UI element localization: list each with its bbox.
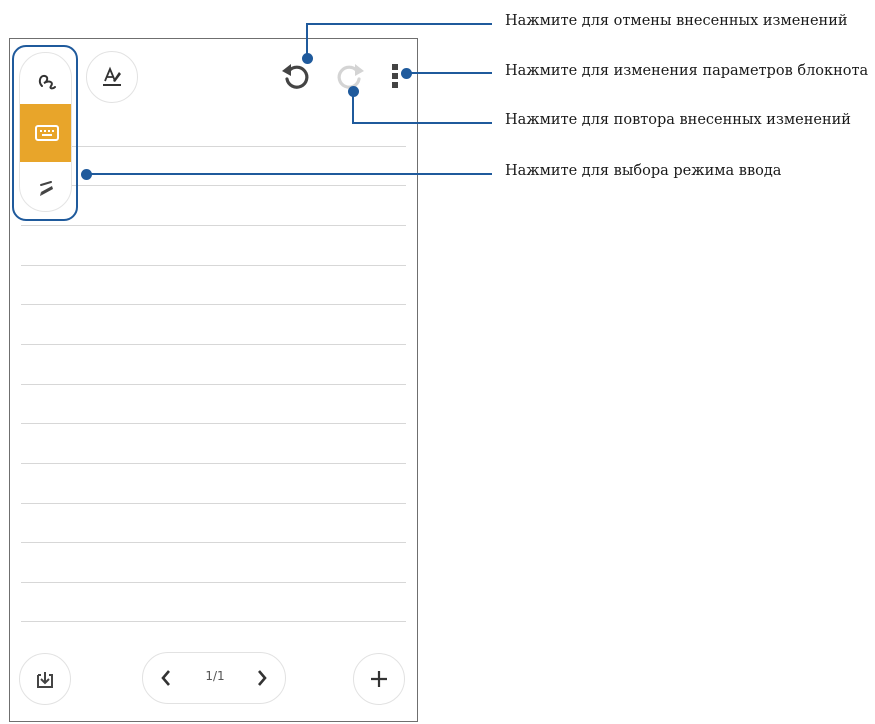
- callout-dot-settings: [401, 68, 412, 79]
- callout-undo-label: Нажмите для отмены внесенных изменений: [505, 13, 848, 29]
- previous-page-button[interactable]: [153, 665, 179, 691]
- add-page-button[interactable]: [353, 653, 405, 705]
- next-page-button[interactable]: [249, 665, 275, 691]
- ruled-line: [21, 185, 406, 186]
- ruled-line: [21, 146, 406, 147]
- page-indicator: 1/1: [205, 669, 225, 683]
- import-button[interactable]: [19, 653, 71, 705]
- ruled-line: [21, 304, 406, 305]
- ruled-line: [21, 463, 406, 464]
- callout-line-redo: [352, 122, 492, 124]
- callout-settings-label: Нажмите для изменения параметров блокнот…: [505, 63, 869, 79]
- ruled-line: [21, 503, 406, 504]
- chevron-left-icon: [161, 670, 170, 686]
- ruled-line: [21, 542, 406, 543]
- page-navigator: 1/1: [142, 652, 286, 704]
- callout-dot-undo: [302, 53, 313, 64]
- undo-icon: [282, 64, 309, 89]
- callout-line-settings: [406, 72, 492, 74]
- callout-input-mode-label: Нажмите для выбора режима ввода: [505, 163, 782, 179]
- ruled-line: [21, 423, 406, 424]
- ruled-line: [21, 384, 406, 385]
- callout-redo-label: Нажмите для повтора внесенных изменений: [505, 112, 851, 128]
- text-style-button[interactable]: [86, 51, 138, 103]
- ruled-line: [21, 582, 406, 583]
- ruled-line: [21, 344, 406, 345]
- ruled-line: [21, 225, 406, 226]
- chevron-right-icon: [258, 670, 267, 686]
- plus-icon: [371, 671, 387, 687]
- more-vertical-icon: [392, 64, 398, 88]
- ruled-line: [21, 621, 406, 622]
- input-mode-highlight-frame: [12, 45, 78, 221]
- callout-dot-input-mode: [81, 169, 92, 180]
- import-icon: [37, 672, 53, 688]
- ruled-line: [21, 265, 406, 266]
- callout-line-undo: [306, 23, 492, 25]
- callout-dot-redo: [348, 86, 359, 97]
- text-style-icon: [103, 66, 121, 86]
- callout-line-input-mode: [86, 173, 492, 175]
